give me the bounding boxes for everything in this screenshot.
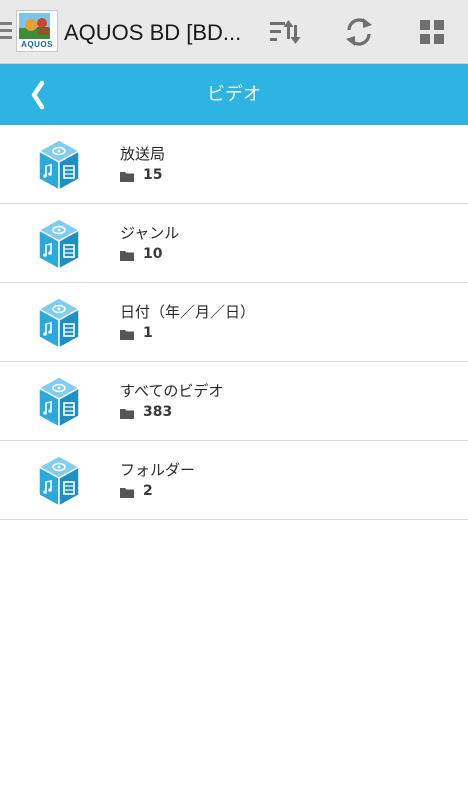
list-item-count: 2 xyxy=(143,483,153,499)
folder-icon xyxy=(120,487,134,498)
list-item[interactable]: 放送局 15 xyxy=(0,125,468,204)
folder-icon xyxy=(120,408,134,419)
category-list: 放送局 15 ジャンル 10 日付（年／月／日） 1 すべてのビデオ 383 フ… xyxy=(0,125,468,520)
media-cube-icon xyxy=(36,454,82,508)
grid-view-icon[interactable] xyxy=(414,14,450,50)
media-cube-icon xyxy=(36,138,82,192)
list-item-title: 放送局 xyxy=(120,145,166,163)
list-item-count: 383 xyxy=(143,404,173,420)
list-item-title: フォルダー xyxy=(120,461,196,479)
back-button[interactable] xyxy=(22,78,56,112)
list-item-title: ジャンル xyxy=(120,224,180,242)
app-title[interactable]: AQUOS BD [BD... xyxy=(64,17,249,49)
list-item[interactable]: 日付（年／月／日） 1 xyxy=(0,283,468,362)
page-title: ビデオ xyxy=(207,84,261,105)
sort-icon[interactable] xyxy=(267,14,303,50)
list-item[interactable]: ジャンル 10 xyxy=(0,204,468,283)
app-logo[interactable]: AQUOS xyxy=(16,10,58,52)
folder-icon xyxy=(120,329,134,340)
media-cube-icon xyxy=(36,217,82,271)
list-item[interactable]: フォルダー 2 xyxy=(0,441,468,520)
folder-icon xyxy=(120,171,134,182)
folder-icon xyxy=(120,250,134,261)
nav-drawer-icon[interactable] xyxy=(0,22,12,40)
list-item-count: 15 xyxy=(143,167,163,183)
list-item-title: すべてのビデオ xyxy=(120,382,224,400)
list-item[interactable]: すべてのビデオ 383 xyxy=(0,362,468,441)
media-cube-icon xyxy=(36,296,82,350)
app-logo-art-icon xyxy=(19,13,55,39)
section-header: ビデオ xyxy=(0,64,468,125)
media-cube-icon xyxy=(36,375,82,429)
chevron-left-icon xyxy=(31,80,45,110)
list-item-title: 日付（年／月／日） xyxy=(120,303,256,321)
list-item-count: 10 xyxy=(143,246,163,262)
app-bar: AQUOS AQUOS BD [BD... xyxy=(0,0,468,64)
refresh-icon[interactable] xyxy=(341,14,377,50)
list-item-count: 1 xyxy=(143,325,153,341)
app-logo-text: AQUOS xyxy=(21,40,53,49)
